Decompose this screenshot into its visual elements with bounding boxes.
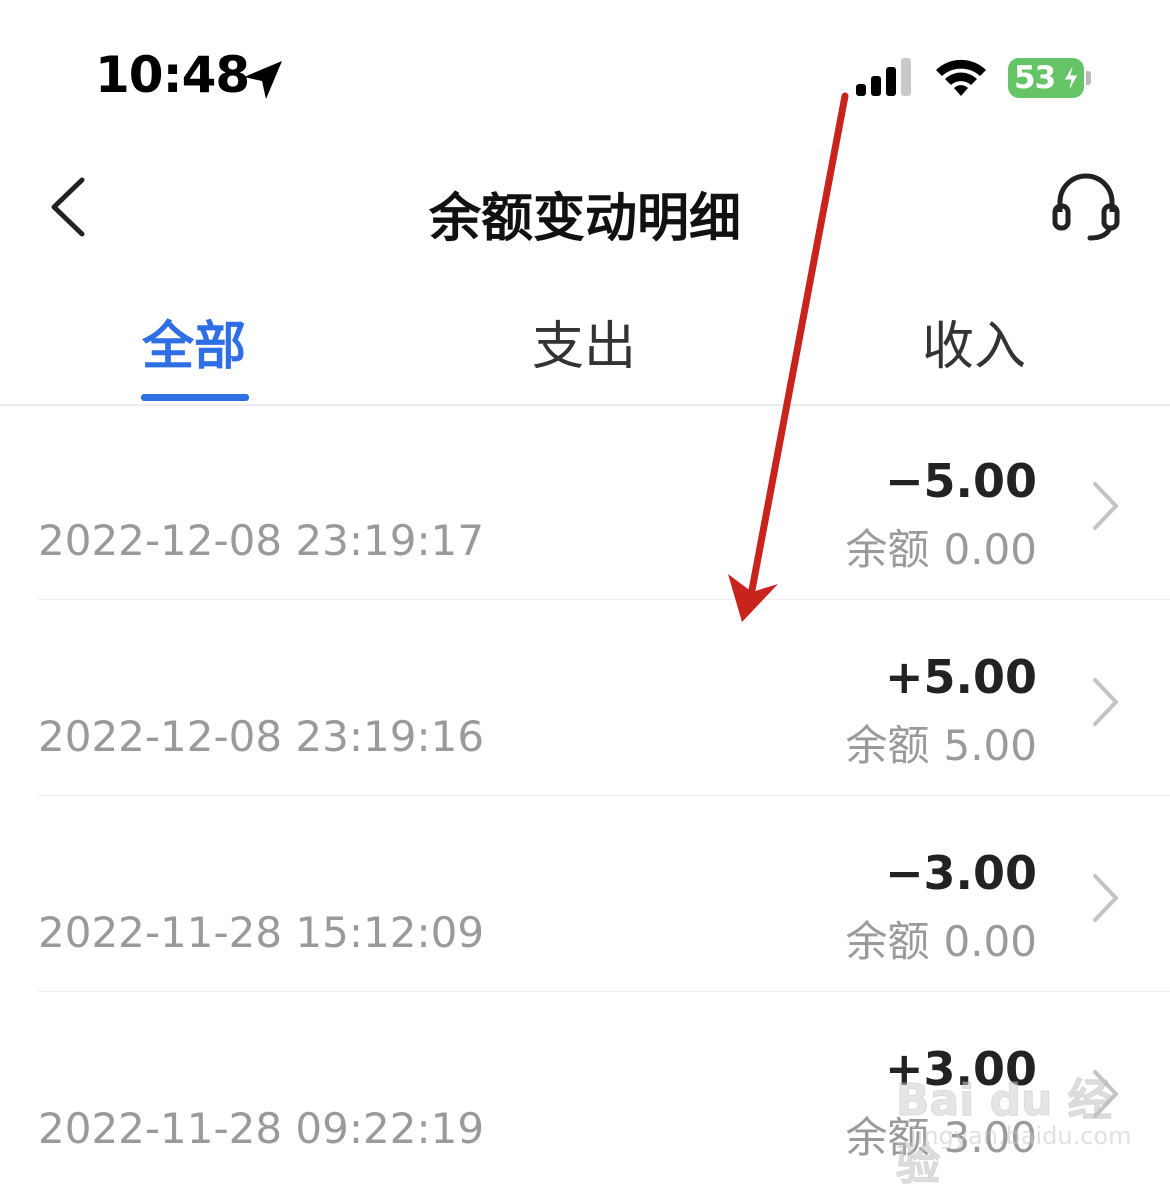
transaction-amount: +5.00 <box>884 650 1037 704</box>
wifi-icon <box>936 59 986 96</box>
transaction-row[interactable]: 2022-12-08 23:19:17 −5.00 余额 0.00 <box>0 404 1170 600</box>
transaction-amount: −3.00 <box>884 846 1037 900</box>
headset-icon[interactable] <box>1050 172 1122 244</box>
chevron-right-icon <box>1093 1070 1118 1118</box>
transaction-amount: −5.00 <box>884 454 1037 508</box>
transaction-amount: +3.00 <box>884 1042 1037 1096</box>
transaction-list: 2022-12-08 23:19:17 −5.00 余额 0.00 2022-12… <box>0 404 1170 1188</box>
location-arrow-icon <box>244 61 282 99</box>
transaction-row[interactable]: 2022-12-08 23:19:16 +5.00 余额 5.00 <box>0 600 1170 796</box>
tab-all[interactable]: 全部 <box>142 304 246 379</box>
filter-tabs: 全部 支出 收入 <box>0 300 1170 406</box>
battery-charging-icon: 53 <box>1008 58 1091 98</box>
transaction-row[interactable]: 2022-11-28 09:22:19 +3.00 余额 3.00 <box>0 992 1170 1188</box>
chevron-right-icon <box>1093 482 1118 530</box>
balance-label: 余额 <box>845 917 930 966</box>
balance-label: 余额 <box>845 525 930 574</box>
transaction-balance: 余额 0.00 <box>845 516 1037 577</box>
transaction-datetime: 2022-11-28 09:22:19 <box>38 1104 485 1153</box>
transaction-datetime: 2022-12-08 23:19:16 <box>38 712 485 761</box>
chevron-right-icon <box>1093 874 1118 922</box>
tab-expense[interactable]: 支出 <box>532 304 636 379</box>
page-title: 余额变动明细 <box>428 189 741 249</box>
chevron-right-icon <box>1093 678 1118 726</box>
balance-value: 3.00 <box>943 1113 1037 1162</box>
status-time: 10:48 <box>95 46 250 104</box>
balance-value: 5.00 <box>943 721 1037 770</box>
active-tab-indicator <box>141 394 249 401</box>
transaction-row[interactable]: 2022-11-28 15:12:09 −3.00 余额 0.00 <box>0 796 1170 992</box>
balance-label: 余额 <box>845 721 930 770</box>
transaction-balance: 余额 0.00 <box>845 908 1037 969</box>
transaction-datetime: 2022-12-08 23:19:17 <box>38 516 485 565</box>
battery-level: 53 <box>1014 60 1056 96</box>
transaction-balance: 余额 5.00 <box>845 712 1037 773</box>
cellular-signal-icon <box>856 58 911 96</box>
transaction-datetime: 2022-11-28 15:12:09 <box>38 908 485 957</box>
status-bar: 10:48 53 <box>0 0 1170 130</box>
tab-income[interactable]: 收入 <box>922 304 1026 379</box>
balance-value: 0.00 <box>943 525 1037 574</box>
bolt-icon <box>1063 63 1079 93</box>
balance-value: 0.00 <box>943 917 1037 966</box>
transaction-balance: 余额 3.00 <box>845 1104 1037 1165</box>
balance-label: 余额 <box>845 1113 930 1162</box>
